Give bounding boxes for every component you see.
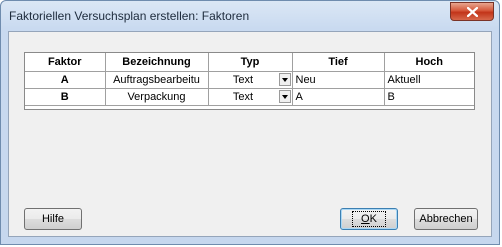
type-value: Text	[232, 74, 254, 86]
close-x-icon	[467, 7, 478, 17]
header-typ: Typ	[207, 53, 293, 72]
grid-header-row: Faktor Bezeichnung Typ Tief Hoch	[25, 53, 474, 72]
type-value: Text	[232, 91, 254, 103]
dialog-window: Faktoriellen Versuchsplan erstellen: Fak…	[0, 0, 500, 245]
header-faktor: Faktor	[25, 53, 106, 72]
ok-mnemonic: O	[361, 213, 370, 225]
type-dropdown[interactable]: Text	[207, 71, 293, 89]
name-cell[interactable]: Auftragsbearbeitu	[104, 71, 209, 89]
table-row: B Verpackung Text A B	[25, 88, 474, 106]
cancel-button[interactable]: Abbrechen	[414, 208, 478, 230]
factors-grid: Faktor Bezeichnung Typ Tief Hoch A Auftr…	[24, 52, 475, 110]
type-dropdown[interactable]: Text	[207, 88, 293, 106]
ok-button[interactable]: OK	[340, 208, 398, 230]
dialog-content: Faktor Bezeichnung Typ Tief Hoch A Auftr…	[8, 31, 492, 237]
name-cell[interactable]: Verpackung	[104, 88, 209, 106]
table-row: A Auftragsbearbeitu Text Neu Aktuell	[25, 71, 474, 89]
high-level-cell[interactable]: Aktuell	[383, 71, 474, 89]
close-button[interactable]	[450, 2, 494, 21]
ok-focus-rect: OK	[352, 211, 386, 227]
high-level-cell[interactable]: B	[383, 88, 474, 106]
window-title: Faktoriellen Versuchsplan erstellen: Fak…	[9, 9, 250, 23]
low-level-cell[interactable]: A	[291, 88, 385, 106]
dropdown-arrow-icon[interactable]	[278, 90, 291, 103]
header-tief: Tief	[291, 53, 385, 72]
ok-label-rest: K	[369, 213, 377, 225]
factor-cell: B	[25, 88, 106, 106]
title-bar[interactable]: Faktoriellen Versuchsplan erstellen: Fak…	[1, 1, 499, 31]
low-level-cell[interactable]: Neu	[291, 71, 385, 89]
header-bezeichnung: Bezeichnung	[104, 53, 209, 72]
factor-cell: A	[25, 71, 106, 89]
help-button[interactable]: Hilfe	[24, 208, 82, 230]
header-hoch: Hoch	[383, 53, 474, 72]
dropdown-arrow-icon[interactable]	[278, 73, 291, 86]
